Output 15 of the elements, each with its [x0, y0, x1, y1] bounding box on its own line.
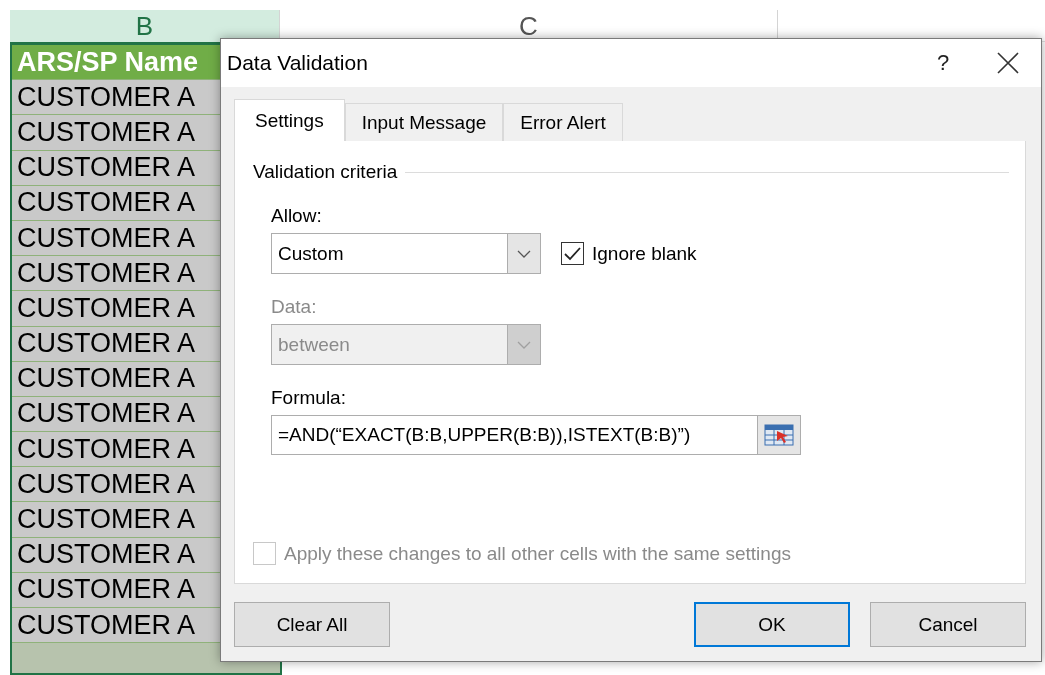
- ok-button[interactable]: OK: [694, 602, 850, 647]
- tab[interactable]: Input Message: [344, 103, 504, 141]
- checkbox-label: Apply these changes to all other cells with the same settings: [284, 542, 791, 565]
- tab[interactable]: Error Alert: [503, 103, 623, 141]
- checkbox-label: Ignore blank: [592, 242, 697, 265]
- tab[interactable]: Settings: [234, 99, 345, 141]
- chevron-down-icon: [517, 249, 531, 258]
- dialog-button[interactable]: Cancel: [870, 602, 1026, 647]
- column-header[interactable]: B: [10, 10, 280, 42]
- allow-dropdown[interactable]: Custom: [271, 233, 541, 274]
- chevron-down-icon: [517, 340, 531, 349]
- help-button[interactable]: ?: [923, 50, 963, 76]
- close-icon[interactable]: [997, 52, 1019, 74]
- dialog-button[interactable]: Clear All: [234, 602, 390, 647]
- checkbox[interactable]: [561, 242, 584, 265]
